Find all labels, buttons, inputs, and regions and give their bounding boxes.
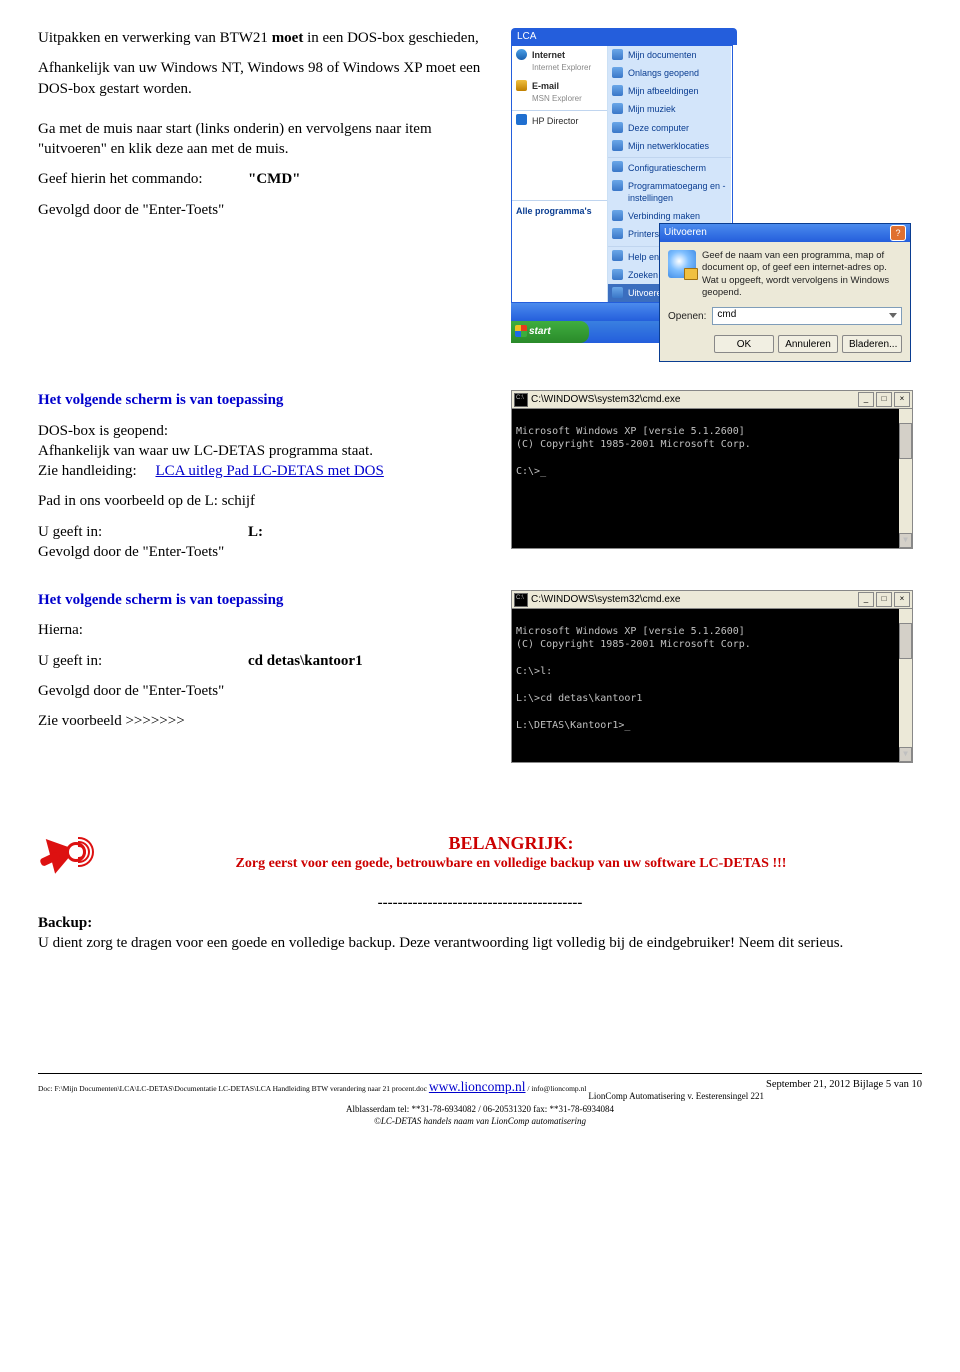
help-icon[interactable]: ? bbox=[890, 225, 906, 241]
sp-mydocs[interactable]: Mijn documenten bbox=[608, 46, 731, 64]
run-browse-button[interactable]: Bladeren... bbox=[842, 335, 902, 353]
run-open-label: Openen: bbox=[668, 310, 706, 324]
sp-all-programs[interactable]: Alle programma's bbox=[512, 200, 607, 221]
start-button[interactable]: start bbox=[511, 321, 589, 343]
cmd-icon bbox=[514, 393, 528, 407]
cmd2-titlebar: C:\WINDOWS\system32\cmd.exe _ □ × bbox=[512, 591, 912, 609]
section3-p1: Hierna: bbox=[38, 620, 503, 640]
sp-hpdirector[interactable]: HP Director bbox=[512, 110, 607, 130]
sp-email[interactable]: E-mailMSN Explorer bbox=[512, 77, 607, 108]
section2-cmd: U geeft in: L: bbox=[38, 522, 503, 542]
maximize-icon[interactable]: □ bbox=[876, 392, 892, 407]
minimize-icon[interactable]: _ bbox=[858, 592, 874, 607]
cmd-window-2: C:\WINDOWS\system32\cmd.exe _ □ × Micros… bbox=[511, 590, 913, 763]
run-icon bbox=[668, 250, 696, 278]
cmd2-body: Microsoft Windows XP [versie 5.1.2600] (… bbox=[512, 609, 912, 762]
sp-mycomputer[interactable]: Deze computer bbox=[608, 119, 731, 137]
scroll-thumb[interactable] bbox=[899, 623, 912, 659]
important-sub: Zorg eerst voor een goede, betrouwbare e… bbox=[100, 855, 922, 874]
intro-line1: Uitpakken en verwerking van BTW21 moet i… bbox=[38, 28, 503, 48]
section3-heading: Het volgende scherm is van toepassing bbox=[38, 590, 503, 610]
megaphone-icon bbox=[38, 827, 94, 883]
manual-link[interactable]: LCA uitleg Pad LC-DETAS met DOS bbox=[155, 463, 383, 479]
footer-line3: ©LC-DETAS handels naam van LionComp auto… bbox=[374, 1116, 586, 1126]
sp-controlpanel[interactable]: Configuratiescherm bbox=[608, 157, 731, 177]
scroll-thumb[interactable] bbox=[899, 423, 912, 459]
intro-line2: Afhankelijk van uw Windows NT, Windows 9… bbox=[38, 58, 503, 99]
sp-internet[interactable]: InternetInternet Explorer bbox=[512, 46, 607, 77]
cmd1-titlebar: C:\WINDOWS\system32\cmd.exe _ □ × bbox=[512, 391, 912, 409]
section2-p3: Zie handleiding: LCA uitleg Pad LC-DETAS… bbox=[38, 461, 503, 481]
section3-seeexample: Zie voorbeeld >>>>>>> bbox=[38, 711, 503, 731]
sp-program-access[interactable]: Programmatoegang en -instellingen bbox=[608, 177, 731, 207]
cmd1-scrollbar[interactable]: ▲ ▼ bbox=[899, 409, 912, 548]
scroll-down-icon[interactable]: ▼ bbox=[899, 533, 912, 548]
run-cancel-button[interactable]: Annuleren bbox=[778, 335, 838, 353]
sp-recent[interactable]: Onlangs geopend bbox=[608, 64, 731, 82]
important-block: BELANGRIJK: Zorg eerst voor een goede, b… bbox=[38, 823, 922, 883]
cmd2-scrollbar[interactable]: ▲ ▼ bbox=[899, 609, 912, 762]
footer: Doc: F:\Mijn Documenten\LCA\LC-DETAS\Doc… bbox=[38, 1078, 922, 1127]
intro-cmd: Geef hierin het commando: "CMD" bbox=[38, 169, 503, 189]
maximize-icon[interactable]: □ bbox=[876, 592, 892, 607]
minimize-icon[interactable]: _ bbox=[858, 392, 874, 407]
backup-label: Backup: bbox=[38, 913, 922, 933]
sp-pictures[interactable]: Mijn afbeeldingen bbox=[608, 82, 731, 100]
sp-network[interactable]: Mijn netwerklocaties bbox=[608, 137, 731, 155]
section2-heading: Het volgende scherm is van toepassing bbox=[38, 390, 503, 410]
close-icon[interactable]: × bbox=[894, 392, 910, 407]
intro-line3: Ga met de muis naar start (links onderin… bbox=[38, 119, 503, 160]
cmd1-body: Microsoft Windows XP [versie 5.1.2600] (… bbox=[512, 409, 912, 548]
cmd-icon bbox=[514, 593, 528, 607]
section2-p1: DOS-box is geopend: bbox=[38, 421, 503, 441]
footer-left: Doc: F:\Mijn Documenten\LCA\LC-DETAS\Doc… bbox=[38, 1078, 586, 1096]
footer-www-link[interactable]: www.lioncomp.nl bbox=[429, 1079, 526, 1094]
section3-enter: Gevolgd door de "Enter-Toets" bbox=[38, 681, 503, 701]
scroll-down-icon[interactable]: ▼ bbox=[899, 747, 912, 762]
run-input[interactable]: cmd bbox=[712, 307, 902, 325]
dropdown-icon[interactable] bbox=[889, 313, 897, 318]
close-icon[interactable]: × bbox=[894, 592, 910, 607]
run-titlebar: Uitvoeren ? bbox=[660, 224, 910, 242]
section2-enter: Gevolgd door de "Enter-Toets" bbox=[38, 542, 503, 562]
xp-illustration: LCA InternetInternet Explorer E-mailMSN … bbox=[511, 28, 911, 362]
section2-p4: Pad in ons voorbeeld op de L: schijf bbox=[38, 491, 503, 511]
section2-p2: Afhankelijk van waar uw LC-DETAS program… bbox=[38, 441, 503, 461]
dashes: ----------------------------------------… bbox=[38, 893, 922, 913]
lca-title: LCA bbox=[511, 28, 737, 45]
cmd-window-1: C:\WINDOWS\system32\cmd.exe _ □ × Micros… bbox=[511, 390, 913, 549]
footer-date-page: September 21, 2012 Bijlage 5 van 10 bbox=[766, 1078, 922, 1092]
run-ok-button[interactable]: OK bbox=[714, 335, 774, 353]
section3-cmd: U geeft in: cd detas\kantoor1 bbox=[38, 651, 503, 671]
intro-enter: Gevolgd door de "Enter-Toets" bbox=[38, 200, 503, 220]
run-dialog: Uitvoeren ? Geef de naam van een program… bbox=[659, 223, 911, 362]
important-title: BELANGRIJK: bbox=[100, 831, 922, 855]
backup-text: U dient zorg te dragen voor een goede en… bbox=[38, 933, 922, 953]
sp-music[interactable]: Mijn muziek bbox=[608, 100, 731, 118]
run-help-text: Geef de naam van een programma, map of d… bbox=[702, 250, 902, 299]
